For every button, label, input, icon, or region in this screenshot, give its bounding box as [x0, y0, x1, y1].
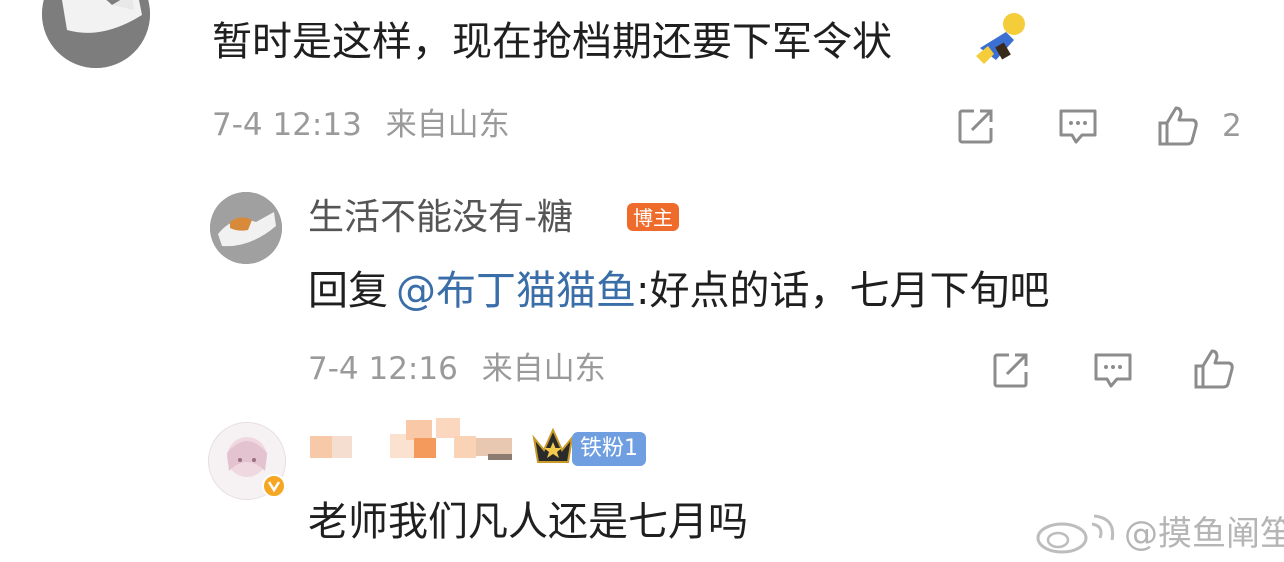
comment-time: 7-4 12:13: [212, 107, 362, 143]
timestamp: 7-4 12:16 来自山东: [308, 354, 606, 385]
obscured-username-mosaic: [310, 418, 512, 460]
watermark-text: @摸鱼阐笙: [1124, 514, 1284, 554]
reply-text: 回复 @布丁猫猫鱼:好点的话，七月下旬吧: [308, 271, 1049, 311]
weibo-logo-icon: [1036, 514, 1115, 554]
crown-icon: [532, 427, 574, 463]
blogger-badge: 博主: [627, 203, 679, 231]
share-icon[interactable]: [956, 106, 996, 146]
cat-photo: [42, 0, 150, 68]
verified-icon: [262, 474, 286, 498]
share-icon[interactable]: [991, 350, 1031, 390]
like-icon[interactable]: [1156, 104, 1200, 148]
mention-link[interactable]: @布丁猫猫鱼: [396, 268, 636, 314]
watermark: @摸鱼阐笙: [1034, 514, 1284, 554]
comment-location: 来自山东: [385, 107, 510, 143]
username[interactable]: 生活不能没有-糖: [308, 200, 573, 236]
reply-prefix: 回复: [308, 268, 388, 314]
sticker-emoji-icon: [976, 13, 1025, 64]
fan-badge: 铁粉1: [572, 432, 646, 466]
reply-body: :好点的话，七月下旬吧: [636, 268, 1050, 314]
avatar[interactable]: [210, 192, 282, 264]
comment-time: 7-4 12:16: [308, 351, 458, 387]
comment-text: 老师我们凡人还是七月吗: [308, 499, 748, 545]
avatar[interactable]: [42, 0, 150, 68]
comment-location: 来自山东: [481, 351, 606, 387]
like-icon[interactable]: [1192, 347, 1236, 391]
timestamp: 7-4 12:13 来自山东: [212, 110, 510, 141]
comment-icon[interactable]: [1092, 350, 1134, 392]
comment-icon[interactable]: [1057, 106, 1099, 148]
comment-text: 暂时是这样，现在抢档期还要下军令状: [212, 19, 892, 65]
like-count: 2: [1222, 108, 1242, 144]
cat-photo: [210, 192, 282, 264]
